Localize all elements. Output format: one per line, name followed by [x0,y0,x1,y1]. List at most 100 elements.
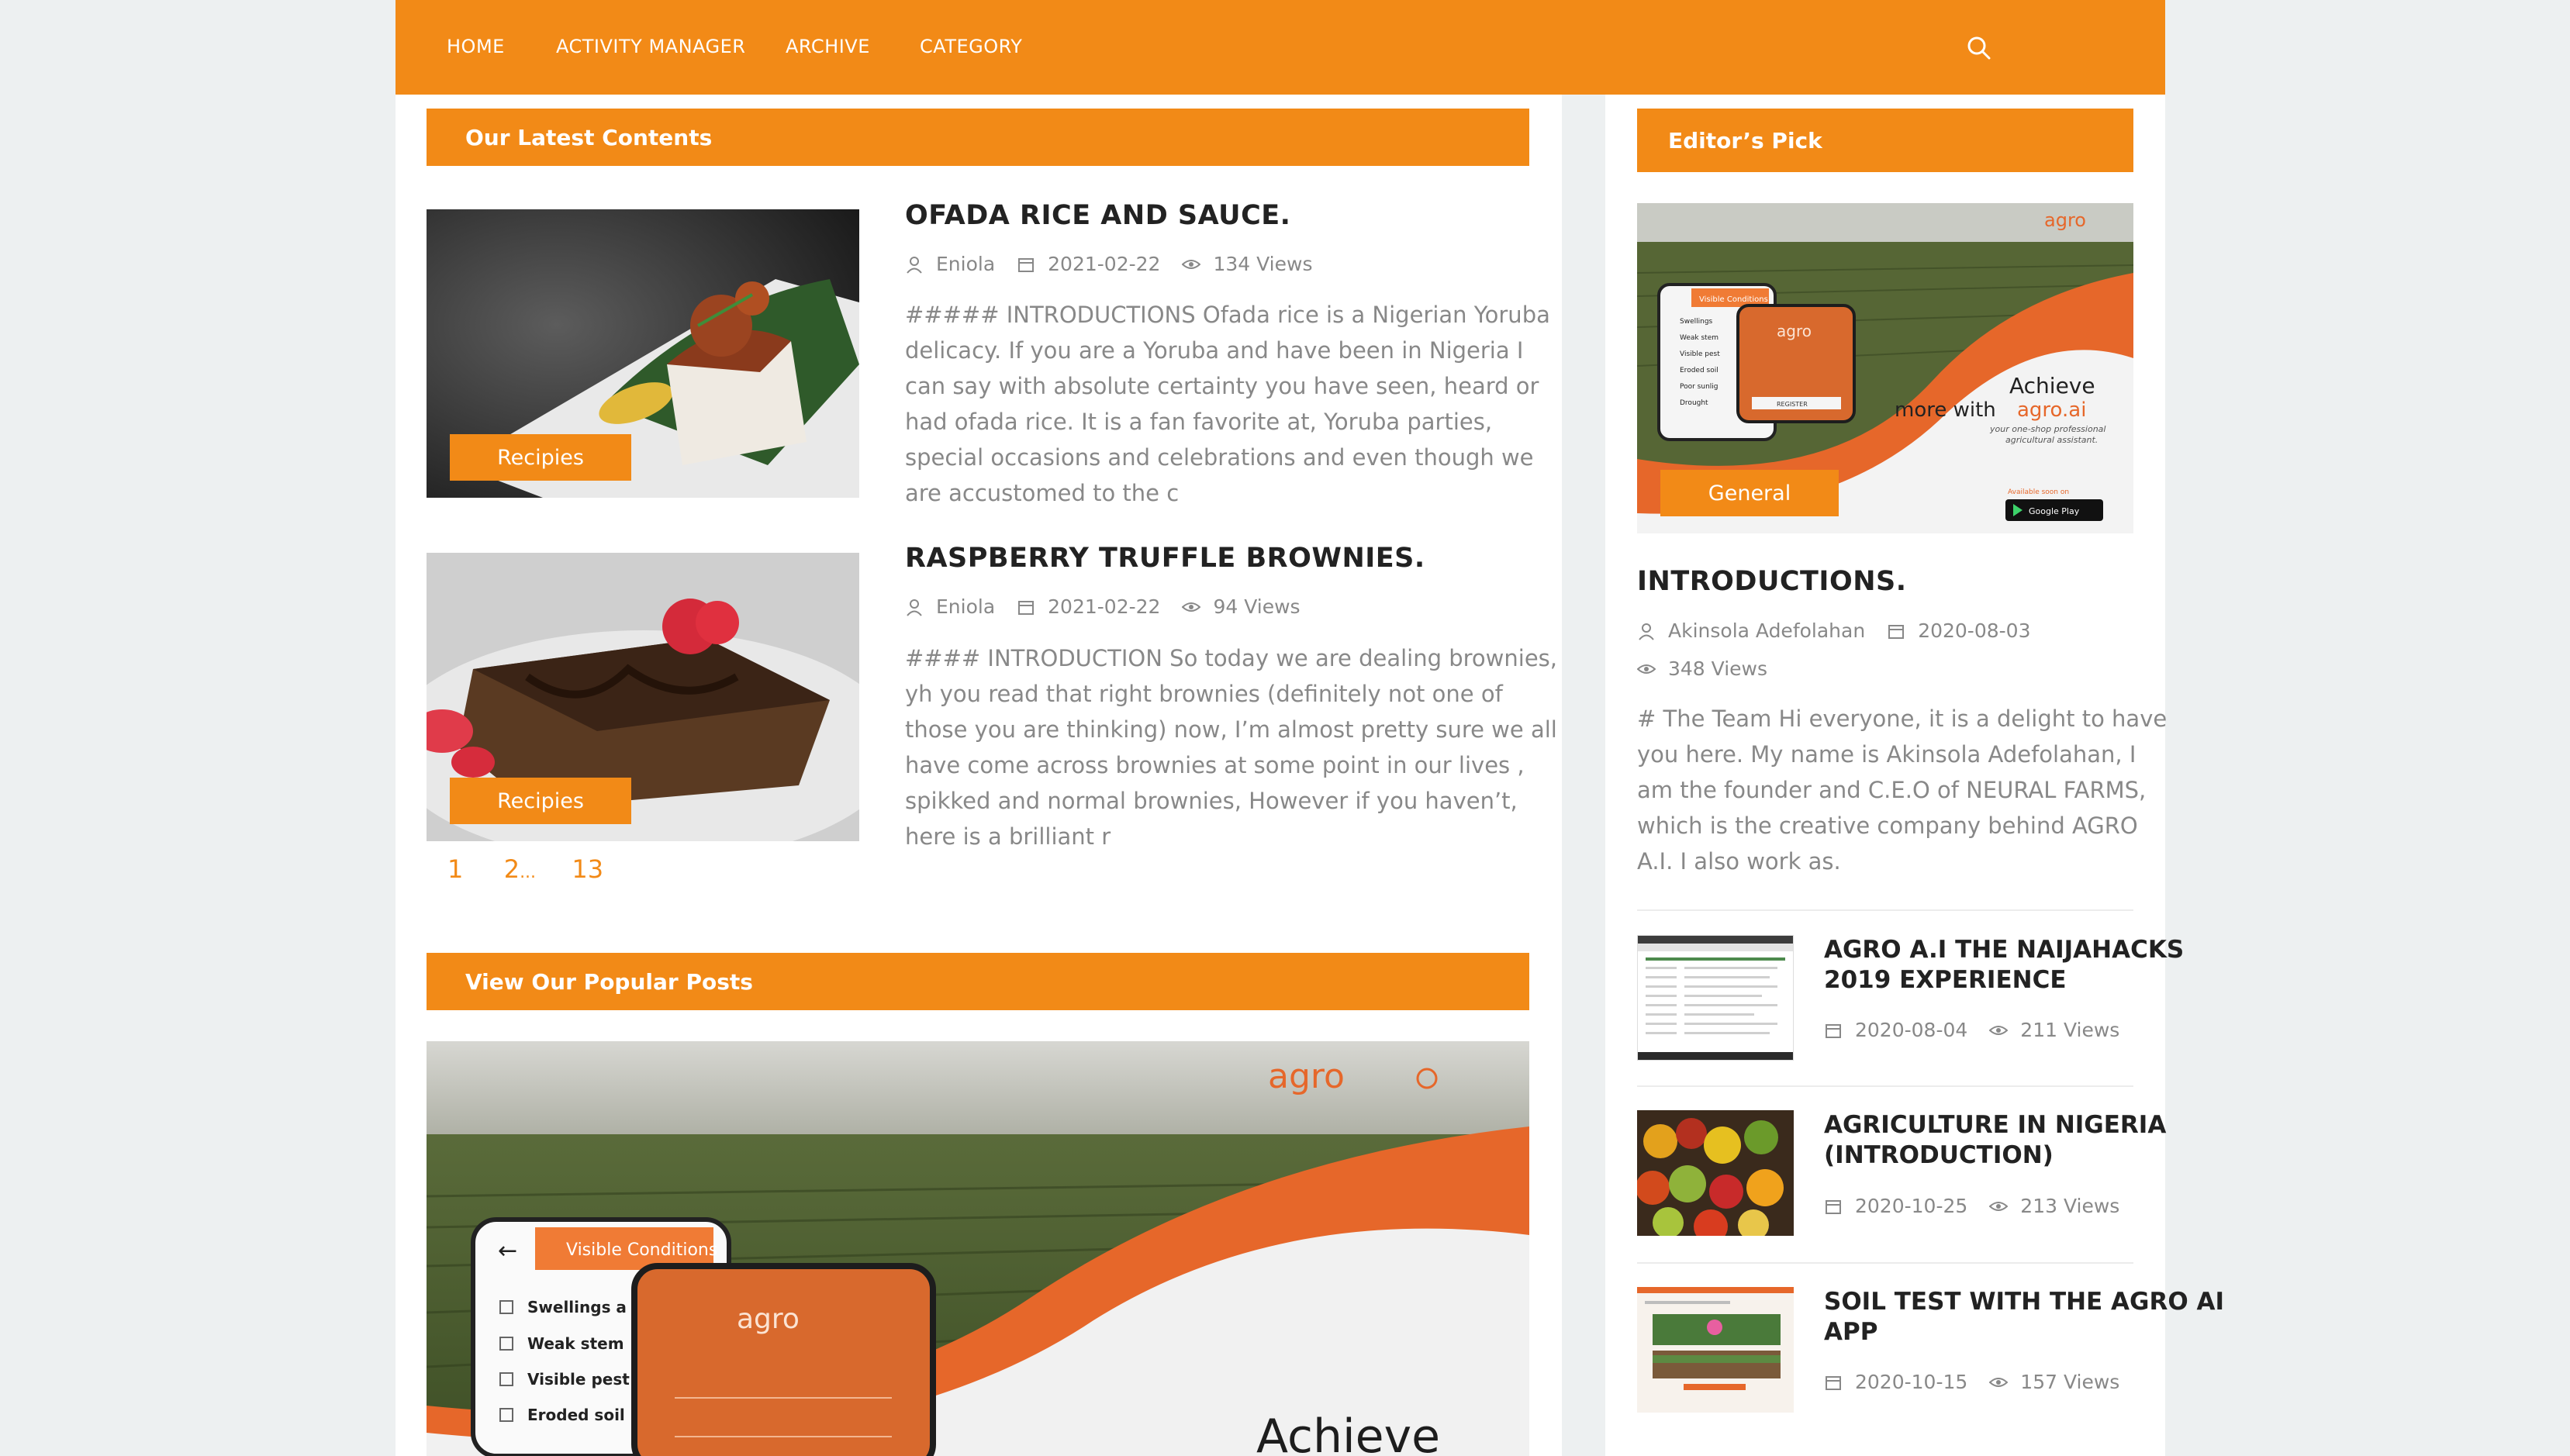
calendar-icon [1826,1375,1841,1390]
side-post-meta: 2020-08-04 211 Views [1824,1019,2119,1041]
nav-home[interactable]: HOME [447,36,505,57]
produce-market-thumbnail [1637,1110,1794,1236]
post-meta: Eniola 2021-02-22 94 Views [905,595,1301,618]
popular-posts-heading: View Our Popular Posts [427,953,1529,1010]
post-date: 2021-02-22 [1048,253,1161,275]
panel-title: Visible Conditions [566,1240,717,1260]
post-author[interactable]: Eniola [936,253,995,275]
svg-text:Poor sunlig: Poor sunlig [1680,383,1719,391]
side-post-thumbnail[interactable] [1637,935,1794,1061]
svg-text:←: ← [498,1237,517,1265]
svg-text:REGISTER: REGISTER [1777,401,1808,408]
divider [1637,1262,2133,1264]
page-1-link[interactable]: 1 [447,854,463,884]
svg-text:agro: agro [1777,322,1812,340]
brand-logo: agro [1268,1057,1345,1096]
svg-text:Swellings: Swellings [1680,318,1713,326]
eye-icon [1182,602,1201,612]
svg-text:Drought: Drought [1680,399,1708,407]
svg-text:Available soon on: Available soon on [2008,488,2069,496]
post-author[interactable]: Akinsola Adefolahan [1668,619,1865,642]
svg-text:Weak stem: Weak stem [527,1334,624,1353]
svg-text:Weak stem: Weak stem [1680,334,1719,342]
editors-pick-meta: Akinsola Adefolahan 2020-08-03 [1637,619,2030,642]
svg-text:Eroded soil: Eroded soil [1680,367,1719,374]
nav-activity-manager[interactable]: ACTIVITY MANAGER [556,36,745,57]
editors-pick-image[interactable]: agro Visible Conditions Swellings Weak s… [1637,203,2133,533]
pagination-ellipsis: ... [520,863,537,882]
svg-text:agro: agro [737,1303,800,1335]
top-navbar: HOME ACTIVITY MANAGER ARCHIVE CATEGORY [396,0,2165,95]
soil-test-thumbnail [1637,1287,1794,1390]
editors-pick-heading: Editor’s Pick [1637,109,2133,172]
side-post-title[interactable]: AGRICULTURE IN NIGERIA (INTRODUCTION) [1824,1110,2166,1171]
popular-post-banner[interactable]: Visible Conditions ← Swellings a Weak st… [427,1041,1529,1456]
post-views: 213 Views [2020,1195,2120,1217]
page-13-link[interactable]: 13 [572,854,603,884]
search-icon[interactable] [1964,33,1995,64]
svg-text:more with: more with [1895,399,1996,422]
calendar-icon [1888,624,1905,639]
divider [1637,909,2133,911]
calendar-icon [1018,257,1035,272]
post-views: 348 Views [1668,657,1768,680]
nav-archive[interactable]: ARCHIVE [786,36,870,57]
category-badge[interactable]: Recipies [450,434,631,481]
post-excerpt: #### INTRODUCTION So today we are dealin… [905,645,1557,850]
side-post-meta: 2020-10-25 213 Views [1824,1195,2119,1217]
svg-text:Swellings a: Swellings a [527,1298,627,1316]
side-post-thumbnail[interactable] [1637,1110,1794,1236]
svg-text:Achieve: Achieve [2009,373,2095,399]
svg-text:Eroded soil: Eroded soil [527,1406,625,1424]
eye-icon [1989,1201,2009,1211]
user-icon [1639,623,1654,640]
calendar-icon [1826,1023,1841,1038]
post-views: 211 Views [2020,1019,2120,1041]
post-views: 94 Views [1213,595,1301,618]
post-title[interactable]: RASPBERRY TRUFFLE BROWNIES. [905,543,1425,574]
pagination: 1 2... 13 [447,854,603,884]
svg-text:agro: agro [2044,209,2086,231]
svg-text:your one-shop professional: your one-shop professional [1989,424,2105,434]
calendar-icon [1018,600,1035,615]
eye-icon [1989,1025,2009,1035]
user-icon [907,256,922,274]
banner-headline: Achieve [1256,1409,1440,1456]
post-date: 2020-10-15 [1855,1371,1968,1393]
post-views: 134 Views [1213,253,1313,275]
nav-category[interactable]: CATEGORY [920,36,1022,57]
post-author[interactable]: Eniola [936,595,995,618]
post-excerpt: ##### INTRODUCTIONS Ofada rice is a Nige… [905,302,1550,506]
screenshot-thumbnail [1638,936,1793,1060]
column-gutter [1562,95,1605,1456]
svg-text:agro.ai: agro.ai [2017,399,2086,422]
post-date: 2020-10-25 [1855,1195,1968,1217]
post-date: 2021-02-22 [1048,595,1161,618]
post-thumbnail-ofada[interactable]: Recipies [427,209,859,498]
svg-text:Visible pest: Visible pest [527,1370,630,1389]
svg-text:Google Play: Google Play [2029,506,2080,516]
svg-text:Visible Conditions: Visible Conditions [1699,295,1768,304]
editors-pick-excerpt: # The Team Hi everyone, it is a delight … [1637,706,2168,875]
eye-icon [1182,259,1201,269]
page-2-link[interactable]: 2 [504,854,520,884]
post-thumbnail-brownies[interactable]: Recipies [427,553,859,841]
calendar-icon [1826,1199,1841,1214]
side-post-thumbnail[interactable] [1637,1287,1794,1413]
user-icon [907,599,922,616]
eye-icon [1989,1377,2009,1387]
latest-contents-heading: Our Latest Contents [427,109,1529,166]
post-date: 2020-08-03 [1918,619,2031,642]
post-title[interactable]: OFADA RICE AND SAUCE. [905,200,1290,231]
svg-text:agricultural assistant.: agricultural assistant. [2005,435,2098,445]
category-badge[interactable]: General [1660,470,1839,516]
side-post-title[interactable]: SOIL TEST WITH THE AGRO AI APP [1824,1287,2224,1347]
svg-text:Visible pest: Visible pest [1680,350,1720,358]
side-post-title[interactable]: AGRO A.I THE NAIJAHACKS 2019 EXPERIENCE [1824,935,2184,995]
side-post-meta: 2020-10-15 157 Views [1824,1371,2119,1393]
post-date: 2020-08-04 [1855,1019,1968,1041]
agro-banner-image: Visible Conditions ← Swellings a Weak st… [427,1041,1529,1456]
eye-icon [1637,664,1656,674]
category-badge[interactable]: Recipies [450,778,631,824]
editors-pick-title[interactable]: INTRODUCTIONS. [1637,566,1907,597]
